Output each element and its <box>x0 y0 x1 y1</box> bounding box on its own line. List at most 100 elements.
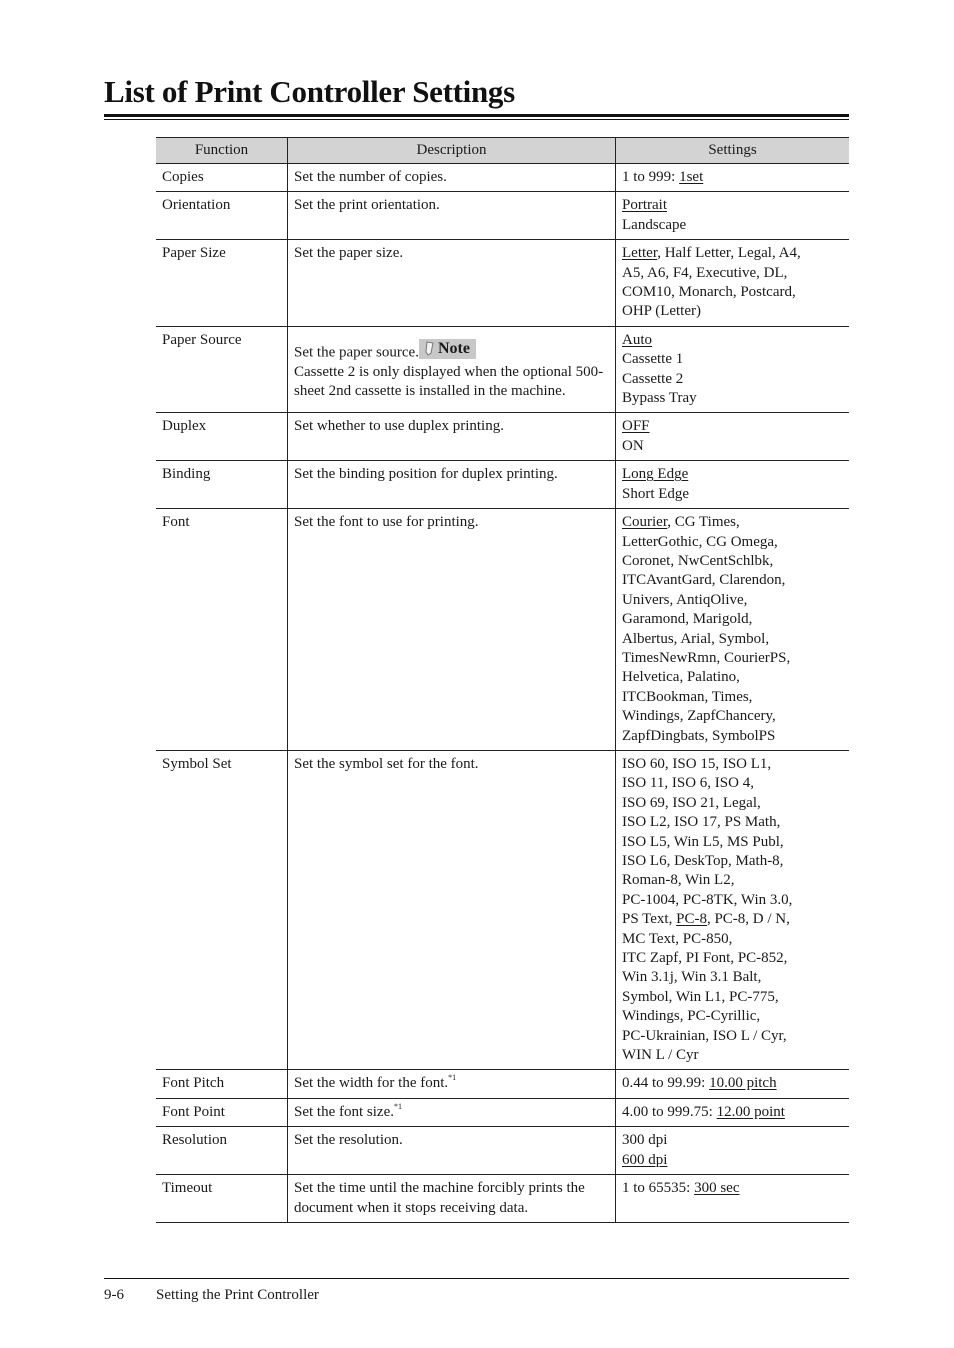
description-text: Set the resolution. <box>294 1132 403 1149</box>
cell-function: Orientation <box>156 191 288 241</box>
setting-option: ISO 11, ISO 6, ISO 4, <box>622 775 754 792</box>
default-value: Long Edge <box>622 466 689 483</box>
table-row: Resolution Set the resolution. 300 dpi 600 … <box>156 1126 849 1176</box>
setting-option: Windings, ZapfChancery, <box>622 708 776 725</box>
setting-option: Win 3.1j, Win 3.1 Balt, <box>622 969 762 986</box>
setting-option: 1 to 65535: <box>622 1180 695 1197</box>
cell-function: Paper Size <box>156 239 288 327</box>
cell-function: Symbol Set <box>156 749 288 1071</box>
settings-line: Landscape <box>622 216 844 235</box>
settings-line: Helvetica, Palatino, <box>622 668 844 687</box>
title-rule-thin <box>104 119 849 120</box>
default-value: 600 dpi <box>622 1151 668 1168</box>
settings-line: ISO L6, DeskTop, Math-8, <box>622 852 844 871</box>
cell-description: Set the font to use for printing. <box>287 508 616 751</box>
description-text: Set the paper source. <box>294 344 419 361</box>
setting-option: ON <box>622 437 644 454</box>
description-text: Set the font to use for printing. <box>294 514 479 531</box>
default-value: 1set <box>679 169 704 185</box>
setting-option: 1 to 999: <box>622 169 680 185</box>
cell-description: Set the print orientation. <box>287 191 616 241</box>
cell-description: Set the paper source. Note Cassette 2 is o… <box>287 325 616 414</box>
setting-option: MC Text, PC-850, <box>622 930 733 947</box>
settings-line: ITC Zapf, PI Font, PC-852, <box>622 949 844 968</box>
setting-option: Cassette 1 <box>622 351 684 368</box>
table-body: Copies Set the number of copies. 1 to 999:… <box>156 162 849 1223</box>
settings-line: 0.44 to 99.99: 10.00 pitch <box>622 1074 844 1093</box>
setting-option: ISO L2, ISO 17, PS Math, <box>622 814 781 831</box>
cell-function: Binding <box>156 460 288 510</box>
settings-line: TimesNewRmn, CourierPS, <box>622 649 844 668</box>
cell-settings: 300 dpi 600 dpi <box>615 1126 849 1176</box>
title-rule-thick <box>104 114 849 117</box>
default-value: Auto <box>622 331 652 348</box>
settings-line: Univers, AntiqOlive, <box>622 591 844 610</box>
cell-function: Font Pitch <box>156 1069 288 1099</box>
table-row: Paper Source Set the paper source. Note Cas… <box>156 325 849 414</box>
settings-line: Auto <box>622 331 844 350</box>
cell-settings: ISO 60, ISO 15, ISO L1, ISO 11, ISO 6, IS… <box>615 749 849 1071</box>
cell-function: Resolution <box>156 1126 288 1176</box>
cell-settings: 0.44 to 99.99: 10.00 pitch <box>615 1069 849 1099</box>
settings-line: PC-Ukrainian, ISO L / Cyr, <box>622 1027 844 1046</box>
setting-option: , PC-8, D / N, <box>706 911 790 928</box>
setting-option: Short Edge <box>622 485 690 502</box>
settings-line: 600 dpi <box>622 1151 844 1170</box>
settings-line: Windings, ZapfChancery, <box>622 707 844 726</box>
table-row: Symbol Set Set the symbol set for the fon… <box>156 749 849 1071</box>
footer-page-number: 9-6 <box>104 1287 124 1303</box>
settings-line: Portrait <box>622 196 844 215</box>
settings-line: OHP (Letter) <box>622 302 844 321</box>
setting-option: 0.44 to 99.99: <box>622 1075 710 1092</box>
settings-line: Windings, PC-Cyrillic, <box>622 1007 844 1026</box>
cell-function: Font <box>156 508 288 751</box>
settings-line: A5, A6, F4, Executive, DL, <box>622 264 844 283</box>
page-title: List of Print Controller Settings <box>104 74 515 109</box>
settings-line: Cassette 2 <box>622 370 844 389</box>
setting-option: Landscape <box>622 216 687 233</box>
header-function: Function <box>156 137 288 164</box>
settings-line: Win 3.1j, Win 3.1 Balt, <box>622 968 844 987</box>
default-value: 300 sec <box>694 1180 740 1197</box>
setting-option: Helvetica, Palatino, <box>622 669 740 686</box>
settings-line: 1 to 65535: 300 sec <box>622 1179 844 1198</box>
cell-description: Set the time until the machine forcibly … <box>287 1174 616 1223</box>
cell-description: Set whether to use duplex printing. <box>287 412 616 462</box>
pencil-icon <box>425 341 434 357</box>
setting-option: A5, A6, F4, Executive, DL, <box>622 264 788 281</box>
settings-line: ISO 11, ISO 6, ISO 4, <box>622 774 844 793</box>
settings-line: Bypass Tray <box>622 389 844 408</box>
header-description: Description <box>287 137 616 164</box>
description-text: Set the time until the machine forcibly … <box>294 1180 585 1216</box>
table-row: Duplex Set whether to use duplex printing… <box>156 412 849 462</box>
settings-line: PC-1004, PC-8TK, Win 3.0, <box>622 891 844 910</box>
setting-option: Symbol, Win L1, PC-775, <box>622 988 779 1005</box>
footnote-marker: *1 <box>448 1073 457 1083</box>
setting-option: ZapfDingbats, SymbolPS <box>622 727 776 744</box>
settings-line: Courier, CG Times, <box>622 513 844 532</box>
settings-line: MC Text, PC-850, <box>622 930 844 949</box>
table-row: Timeout Set the time until the machine fo… <box>156 1174 849 1223</box>
setting-option: PS Text, <box>622 911 677 928</box>
default-value: Letter <box>622 245 658 262</box>
note-text: Cassette 2 is only displayed when the op… <box>294 363 604 400</box>
settings-line: Garamond, Marigold, <box>622 610 844 629</box>
setting-option: WIN L / Cyr <box>622 1047 699 1064</box>
settings-line: 300 dpi <box>622 1131 844 1150</box>
cell-settings: 4.00 to 999.75: 12.00 point <box>615 1097 849 1128</box>
settings-line: Letter, Half Letter, Legal, A4, <box>622 244 844 263</box>
default-value: Courier <box>622 514 668 531</box>
setting-option: LetterGothic, CG Omega, <box>622 533 778 550</box>
setting-option: ITCBookman, Times, <box>622 688 753 705</box>
cell-description: Set the number of copies. <box>287 162 616 193</box>
table-row: Font Pitch Set the width for the font.*1 0… <box>156 1069 849 1099</box>
table-row: Paper Size Set the paper size. Letter, Hal… <box>156 239 849 327</box>
header-settings: Settings <box>615 137 849 164</box>
default-value: PC-8 <box>676 911 707 928</box>
cell-settings: 1 to 999: 1set <box>615 162 849 193</box>
setting-option: Coronet, NwCentSchlbk, <box>622 552 774 569</box>
settings-line: Cassette 1 <box>622 350 844 369</box>
settings-line: Short Edge <box>622 485 844 504</box>
cell-description: Set the resolution. <box>287 1126 616 1176</box>
cell-function: Timeout <box>156 1174 288 1223</box>
